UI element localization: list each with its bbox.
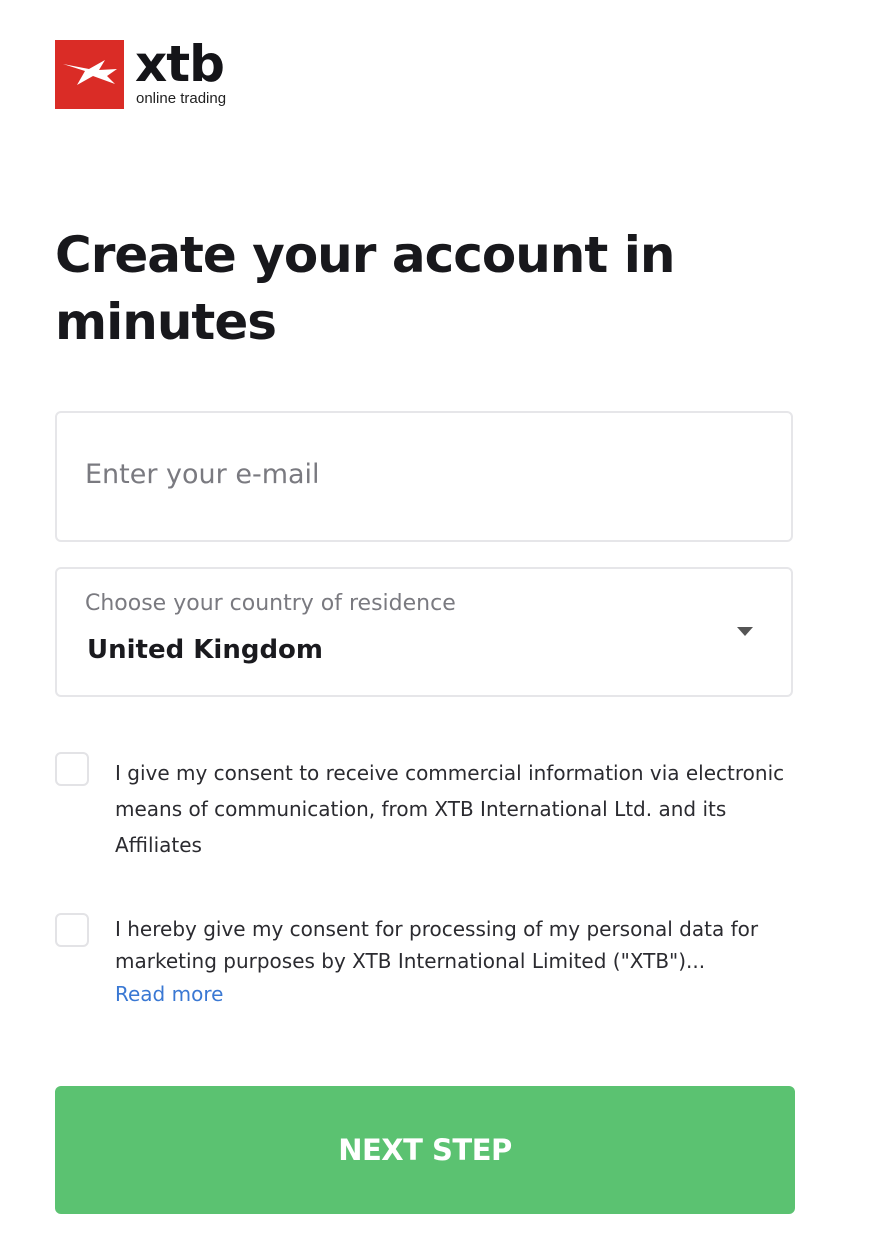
next-step-button[interactable]: NEXT STEP [55, 1086, 795, 1214]
xtb-logo-icon [55, 40, 124, 109]
brand-name: xtb [135, 35, 225, 93]
country-select-value: United Kingdom [87, 635, 324, 665]
read-more-link[interactable]: Read more [115, 977, 795, 1011]
consent-commercial-checkbox[interactable] [55, 752, 89, 786]
email-field[interactable] [85, 453, 745, 495]
page-title: Create your account in minutes [55, 226, 675, 351]
country-select[interactable]: Choose your country of residence United … [55, 567, 793, 697]
consent-commercial-text: I give my consent to receive commercial … [115, 761, 785, 857]
brand-tagline: online trading [136, 90, 227, 107]
email-field-container [55, 411, 793, 542]
consent-marketing-checkbox[interactable] [55, 913, 89, 947]
consent-marketing-text-block: I hereby give my consent for processing … [115, 913, 795, 1011]
country-select-label: Choose your country of residence [85, 591, 456, 616]
dropdown-caret-icon [737, 627, 753, 636]
brand-logo[interactable]: xtb online trading [55, 35, 245, 110]
consent-marketing-text: I hereby give my consent for processing … [115, 917, 759, 973]
